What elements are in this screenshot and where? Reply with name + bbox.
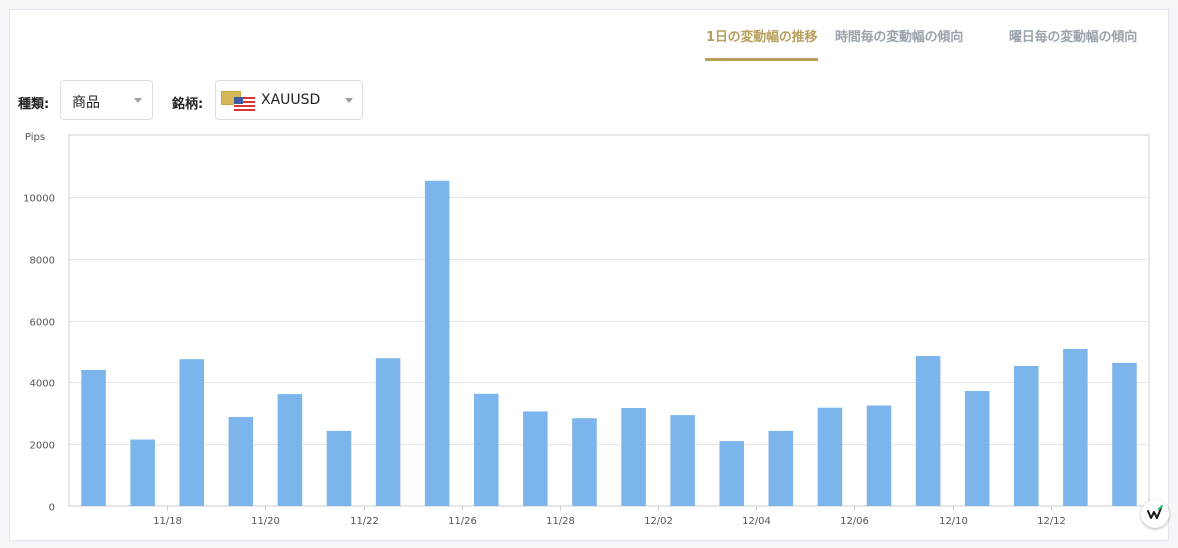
bar[interactable] <box>228 416 254 506</box>
bar[interactable] <box>326 430 352 506</box>
y-tick-label: 2000 <box>30 441 55 452</box>
y-tick-label: 10000 <box>23 194 55 205</box>
bar[interactable] <box>179 359 204 506</box>
bar[interactable] <box>424 180 450 507</box>
bar[interactable] <box>130 439 155 506</box>
bar[interactable] <box>1014 365 1039 506</box>
bar[interactable] <box>572 418 597 506</box>
x-tick-label: 12/12 <box>1037 516 1066 527</box>
x-tick-label: 11/22 <box>350 516 379 527</box>
bar[interactable] <box>523 411 548 506</box>
bar[interactable] <box>1112 362 1137 506</box>
bar[interactable] <box>81 369 106 506</box>
x-tick-label: 12/04 <box>742 516 771 527</box>
daily-range-bar-chart: 0 2000 4000 6000 8000 10000 Pips 11/18 11/20 11/2… <box>23 132 1150 527</box>
logo-icon <box>1147 505 1163 519</box>
x-tick-label: 11/18 <box>153 516 182 527</box>
x-tick-label: 12/06 <box>840 516 869 527</box>
bar[interactable] <box>915 356 941 506</box>
bar[interactable] <box>964 390 990 506</box>
bar[interactable] <box>768 430 794 506</box>
bar[interactable] <box>866 405 892 506</box>
chart-panel: 1日の変動幅の推移 時間毎の変動幅の傾向 曜日毎の変動幅の傾向 種類: 商品 銘… <box>9 9 1169 541</box>
x-tick-label: 11/26 <box>448 516 477 527</box>
bar[interactable] <box>277 394 303 506</box>
y-tick-label: 6000 <box>30 318 55 329</box>
bar[interactable] <box>817 407 843 506</box>
bar[interactable] <box>670 415 695 506</box>
bar[interactable] <box>621 407 646 506</box>
x-tick-label: 11/20 <box>251 516 280 527</box>
bar[interactable] <box>1063 348 1088 506</box>
bar[interactable] <box>474 393 499 506</box>
logo-badge[interactable] <box>1141 500 1169 528</box>
x-tick-label: 12/10 <box>939 516 968 527</box>
y-tick-label: 4000 <box>30 379 55 390</box>
y-tick-label: 8000 <box>30 256 55 267</box>
bar[interactable] <box>719 441 744 506</box>
x-tick-label: 12/02 <box>644 516 673 527</box>
y-tick-label: 0 <box>49 503 55 514</box>
x-tick-label: 11/28 <box>546 516 575 527</box>
bar[interactable] <box>375 358 401 506</box>
y-unit-label: Pips <box>25 132 45 143</box>
